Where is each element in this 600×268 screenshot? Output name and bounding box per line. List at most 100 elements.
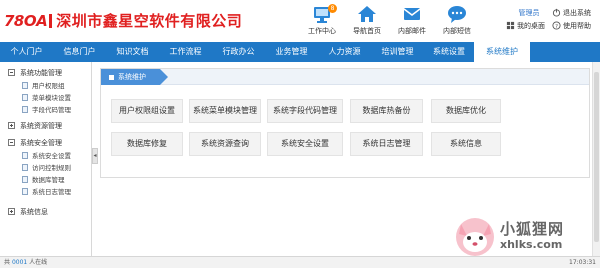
shortcut-label: 内部短信 (443, 27, 471, 35)
document-icon (22, 163, 28, 171)
desktop-icon (506, 21, 515, 30)
security-settings-button[interactable]: 系统安全设置 (267, 132, 343, 156)
logo-divider (49, 13, 53, 28)
logo-suffix: OA (23, 11, 48, 30)
help-link[interactable]: ? 使用帮助 (552, 21, 598, 31)
document-icon (22, 105, 28, 113)
sidebar-group-sysinfo[interactable]: 系统信息 (0, 205, 91, 218)
logout-label: 退出系统 (563, 8, 591, 17)
db-hot-backup-button[interactable]: 数据库热备份 (350, 99, 423, 123)
menu-module-button[interactable]: 系统菜单模块管理 (189, 99, 261, 123)
mail-icon (401, 4, 423, 24)
status-time: 17:03:31 (569, 259, 596, 266)
shortcut-label: 工作中心 (308, 27, 336, 35)
shortcut-work-center[interactable]: 8 工作中心 (300, 4, 344, 36)
nav-admin-office[interactable]: 行政办公 (212, 42, 265, 62)
nav-system-settings[interactable]: 系统设置 (424, 42, 474, 62)
fox-logo-icon (456, 218, 494, 256)
document-icon (22, 187, 28, 195)
sidebar-group-label: 系统信息 (20, 207, 48, 216)
field-code-button[interactable]: 系统字段代码管理 (267, 99, 343, 123)
svg-text:?: ? (555, 24, 558, 30)
logo-mark: 78OA (4, 11, 48, 30)
collapse-icon[interactable] (8, 139, 15, 146)
status-bar: 共 0001 人在线 17:03:31 (0, 256, 600, 268)
sidebar-group-label: 系统功能管理 (20, 68, 62, 77)
nav-business[interactable]: 业务管理 (265, 42, 318, 62)
help-icon: ? (552, 21, 561, 30)
company-logo: 78OA 深圳市鑫星空软件有限公司 (4, 10, 242, 31)
resource-query-button[interactable]: 系统资源查询 (189, 132, 261, 156)
watermark-title: 小狐狸网 (500, 220, 565, 238)
main-panel: 系统维护 用户权限组设置 系统菜单模块管理 系统字段代码管理 数据库热备份 数据… (100, 68, 590, 178)
sidebar-item-user-permissions[interactable]: 用户权限组 (0, 79, 91, 91)
main-nav: 个人门户 信息门户 知识文档 工作流程 行政办公 业务管理 人力资源 培训管理 … (0, 42, 600, 62)
sidebar-group-label: 系统安全管理 (20, 138, 62, 147)
app-header: 78OA 深圳市鑫星空软件有限公司 8 工作中心 导航首页 内部邮件 内部短信 … (0, 0, 600, 42)
user-permission-setup-button[interactable]: 用户权限组设置 (111, 99, 183, 123)
collapse-icon[interactable] (8, 69, 15, 76)
sidebar-item-access-rules[interactable]: 访问控制规则 (0, 161, 91, 173)
nav-workflow[interactable]: 工作流程 (159, 42, 212, 62)
nav-hr[interactable]: 人力资源 (318, 42, 371, 62)
logout-link[interactable]: 退出系统 (552, 8, 598, 18)
sidebar-item-label: 用户权限组 (32, 82, 65, 90)
document-icon (22, 81, 28, 89)
nav-info-portal[interactable]: 信息门户 (53, 42, 106, 62)
logo-number: 78 (4, 11, 24, 30)
expand-icon[interactable] (8, 208, 15, 215)
chat-icon (446, 4, 468, 24)
sidebar-group-function[interactable]: 系统功能管理 (0, 66, 91, 79)
work-center-badge: 8 (328, 4, 337, 13)
document-icon (22, 151, 28, 159)
breadcrumb-current[interactable]: 系统维护 (101, 69, 168, 85)
sidebar: 系统功能管理 用户权限组 菜单模块设置 字段代码管理 系统资源管理 系统安全管理… (0, 62, 92, 256)
watermark-domain: xhlks.com (500, 238, 563, 251)
watermark: 小狐狸网 xhlks.com (452, 212, 600, 258)
db-repair-button[interactable]: 数据库修复 (111, 132, 183, 156)
user-role[interactable]: 管理员 (506, 8, 552, 18)
online-suffix: 人在线 (29, 259, 48, 266)
nav-system-maintenance[interactable]: 系统维护 (474, 42, 530, 62)
power-icon (552, 8, 561, 17)
expand-icon[interactable] (8, 122, 15, 129)
sidebar-group-security[interactable]: 系统安全管理 (0, 136, 91, 149)
sidebar-item-system-logs[interactable]: 系统日志管理 (0, 185, 91, 197)
desktop-link[interactable]: 我的桌面 (506, 21, 552, 31)
log-management-button[interactable]: 系统日志管理 (350, 132, 423, 156)
top-shortcuts: 8 工作中心 导航首页 内部邮件 内部短信 (300, 4, 480, 36)
sidebar-group-resources[interactable]: 系统资源管理 (0, 119, 91, 132)
nav-knowledge-docs[interactable]: 知识文档 (106, 42, 159, 62)
sidebar-item-label: 系统安全设置 (32, 152, 71, 160)
online-count[interactable]: 0001 (12, 259, 27, 266)
sidebar-item-security-settings[interactable]: 系统安全设置 (0, 149, 91, 161)
nav-training[interactable]: 培训管理 (371, 42, 424, 62)
db-optimize-button[interactable]: 数据库优化 (431, 99, 501, 123)
sidebar-item-menu-modules[interactable]: 菜单模块设置 (0, 91, 91, 103)
document-icon (22, 93, 28, 101)
shortcut-label: 导航首页 (353, 27, 381, 35)
shortcut-sms[interactable]: 内部短信 (435, 4, 479, 36)
system-info-button[interactable]: 系统信息 (431, 132, 501, 156)
sidebar-group-label: 系统资源管理 (20, 121, 62, 130)
document-icon (22, 175, 28, 183)
nav-personal-portal[interactable]: 个人门户 (0, 42, 53, 62)
sidebar-item-database[interactable]: 数据库管理 (0, 173, 91, 185)
sidebar-collapse-handle[interactable]: ◂ (92, 148, 98, 164)
shortcut-label: 内部邮件 (398, 27, 426, 35)
help-label: 使用帮助 (563, 21, 591, 30)
online-prefix: 共 (4, 259, 11, 266)
user-panel: 管理员 退出系统 我的桌面 ? 使用帮助 (506, 6, 600, 32)
sidebar-item-label: 字段代码管理 (32, 106, 71, 114)
shortcut-mail[interactable]: 内部邮件 (390, 4, 434, 36)
sidebar-item-label: 数据库管理 (32, 176, 65, 184)
breadcrumb-label: 系统维护 (118, 73, 146, 81)
square-icon (109, 74, 114, 80)
sidebar-item-field-codes[interactable]: 字段代码管理 (0, 103, 91, 115)
shortcut-home[interactable]: 导航首页 (345, 4, 389, 36)
sidebar-item-label: 系统日志管理 (32, 188, 71, 196)
desktop-label: 我的桌面 (517, 21, 545, 30)
sidebar-item-label: 访问控制规则 (32, 164, 71, 172)
breadcrumb: 系统维护 (101, 69, 589, 85)
company-name: 深圳市鑫星空软件有限公司 (56, 12, 243, 30)
